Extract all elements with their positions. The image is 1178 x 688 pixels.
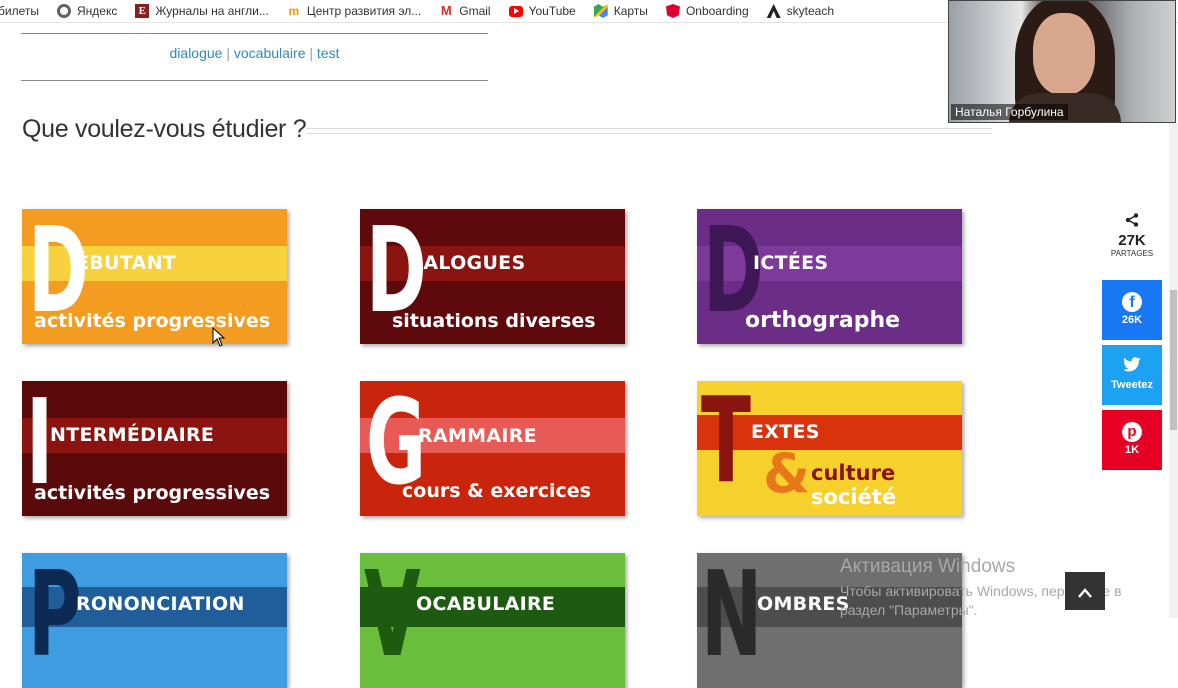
tile-initial: T — [701, 381, 751, 509]
tile-grammaire[interactable]: G RAMMAIRE cours & exercices — [360, 381, 625, 516]
gmail-icon: M — [440, 3, 452, 18]
facebook-count: 26K — [1121, 314, 1143, 326]
link-vocabulaire[interactable]: vocabulaire — [234, 45, 306, 61]
pinterest-count: 1K — [1124, 444, 1140, 456]
tile-title: OMBRES — [757, 593, 850, 615]
divider-bottom — [21, 80, 488, 81]
divider-top — [21, 33, 488, 34]
tile-initial: V — [364, 553, 421, 683]
link-dialogue[interactable]: dialogue — [170, 45, 223, 61]
tile-title: ÉBUTANT — [76, 252, 177, 274]
bookmark-label: YouTube — [528, 4, 576, 18]
bookmark-gmail[interactable]: M Gmail — [439, 3, 491, 19]
bookmark-label: Карты — [613, 4, 648, 18]
facebook-share-button[interactable]: f 26K — [1102, 280, 1162, 340]
tile-title: RONONCIATION — [76, 593, 245, 615]
bookmark-maps[interactable]: Карты — [593, 4, 648, 18]
twitter-icon — [1102, 357, 1162, 377]
youtube-icon — [508, 5, 523, 17]
pinterest-share-button[interactable]: p 1K — [1102, 410, 1162, 470]
bookmark-label: skyteach — [786, 4, 835, 18]
tile-subtitle-2: société — [811, 485, 897, 509]
bookmark-skyteach[interactable]: skyteach — [766, 4, 835, 18]
angular-icon — [665, 4, 680, 18]
participant-name: Наталья Горбулина — [951, 104, 1068, 120]
m-icon: m — [288, 4, 300, 18]
bookmark-youtube[interactable]: YouTube — [508, 4, 576, 18]
tile-subtitle-1: culture — [811, 461, 896, 485]
twitter-share-button[interactable]: Tweetez — [1102, 345, 1162, 405]
scrollbar-thumb[interactable] — [1170, 290, 1177, 430]
bookmark-label: Центр развития эл... — [306, 4, 422, 18]
tile-subtitle: situations diverses — [392, 310, 596, 332]
tile-vocabulaire[interactable]: V OCABULAIRE — [360, 553, 625, 688]
globe-icon — [56, 4, 71, 18]
back-to-top-button[interactable] — [1065, 572, 1105, 610]
bookmark-journals[interactable]: E Журналы на англи... — [135, 4, 269, 18]
bookmark-label: Журналы на англи... — [155, 4, 269, 18]
twitter-label: Tweetez — [1111, 379, 1153, 391]
tile-dictees[interactable]: D ICTÉES orthographe — [697, 209, 962, 344]
ampersand: & — [763, 442, 811, 505]
link-separator: | — [222, 45, 234, 61]
mouse-cursor-icon — [212, 327, 226, 347]
bookmark-center[interactable]: m Центр развития эл... — [287, 4, 422, 18]
link-separator: | — [305, 45, 317, 61]
tile-subtitle: orthographe — [745, 308, 901, 333]
bookmark-label: Яндекс — [76, 4, 118, 18]
bookmark-tickets[interactable]: билеты — [0, 4, 39, 18]
tile-title: EXTES — [751, 421, 820, 443]
bookmark-label: билеты — [0, 4, 39, 18]
tile-dialogues[interactable]: D IALOGUES situations diverses — [360, 209, 625, 344]
section-heading: Que voulez-vous étudier ? — [22, 115, 307, 143]
section-links: dialogue | vocabulaire | test — [21, 45, 488, 61]
bookmark-onboarding[interactable]: Onboarding — [665, 4, 749, 18]
facebook-icon: f — [1122, 292, 1142, 312]
tile-title: IALOGUES — [416, 252, 526, 274]
tile-title: ICTÉES — [753, 252, 829, 274]
tile-subtitle: activités progressives — [34, 310, 271, 332]
pinterest-icon: p — [1122, 422, 1142, 442]
chevron-up-icon — [1078, 588, 1092, 598]
share-icon — [1102, 213, 1162, 232]
tile-title: OCABULAIRE — [416, 593, 556, 615]
share-label: PARTAGES — [1110, 249, 1154, 258]
tile-subtitle: cours & exercices — [402, 480, 591, 502]
tile-initial: N — [701, 553, 763, 683]
tile-subtitle: activités progressives — [34, 482, 271, 504]
webcam-person-face — [1033, 13, 1095, 95]
link-test[interactable]: test — [317, 45, 340, 61]
tile-title: NTERMÉDIAIRE — [50, 424, 215, 446]
tile-textes[interactable]: T EXTES & culture société — [697, 381, 962, 516]
maps-icon — [593, 4, 608, 18]
tile-debutant[interactable]: D ÉBUTANT activités progressives — [22, 209, 287, 344]
e-icon: E — [135, 4, 150, 18]
tile-intermediaire[interactable]: I NTERMÉDIAIRE activités progressives — [22, 381, 287, 516]
tile-prononciation[interactable]: P RONONCIATION — [22, 553, 287, 688]
webcam-overlay[interactable]: Наталья Горбулина — [948, 0, 1176, 123]
tile-title: RAMMAIRE — [418, 425, 537, 447]
skyteach-icon — [766, 4, 781, 18]
bookmark-yandex[interactable]: Яндекс — [56, 4, 118, 18]
share-total: 27K — [1118, 232, 1146, 249]
share-counter: 27K PARTAGES — [1102, 213, 1162, 258]
bookmark-label: Gmail — [459, 4, 491, 18]
heading-rule — [306, 128, 992, 134]
tile-initial: P — [28, 553, 82, 683]
bookmark-label: Onboarding — [685, 4, 749, 18]
